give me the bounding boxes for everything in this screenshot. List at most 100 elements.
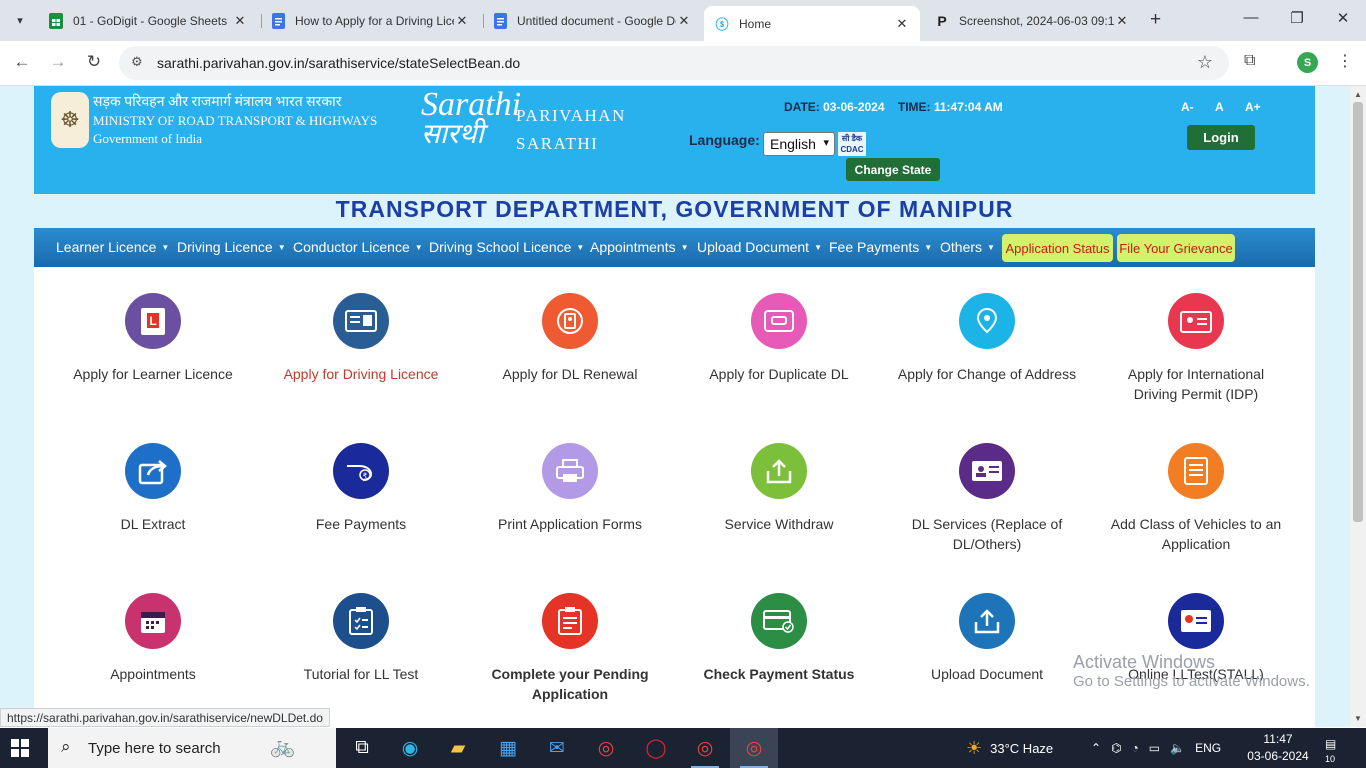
service-add-class[interactable]: Add Class of Vehicles to an Application: [1106, 443, 1286, 554]
wifi-icon[interactable]: ◔: [1132, 741, 1139, 755]
logo-english: Sarathi: [421, 86, 522, 123]
network-icon[interactable]: ⌬: [1111, 741, 1121, 755]
volume-icon[interactable]: 🔈: [1170, 741, 1185, 755]
scroll-down-arrow-icon[interactable]: ▼: [1354, 714, 1362, 723]
calendar-icon: [125, 593, 181, 649]
browser-tab-docs-2[interactable]: Untitled document - Google Docs ✕: [482, 6, 702, 35]
close-tab-icon[interactable]: ✕: [1114, 13, 1130, 29]
sarathi-logo[interactable]: Sarathi सारथी: [421, 86, 522, 150]
service-learner-licence[interactable]: L Apply for Learner Licence: [63, 293, 243, 384]
service-check-payment-status[interactable]: Check Payment Status: [689, 593, 869, 684]
nav-driving-licence[interactable]: Driving Licence ▼: [177, 239, 286, 255]
edge-icon[interactable]: ◉: [386, 728, 434, 768]
close-tab-icon[interactable]: ✕: [232, 13, 248, 29]
chrome-profile-icon[interactable]: ◎: [681, 728, 729, 768]
nav-label: Appointments: [590, 239, 676, 255]
chrome-active-icon[interactable]: ◎: [730, 728, 778, 768]
taskbar-clock[interactable]: 11:47 03-06-2024: [1239, 731, 1317, 765]
minimize-icon[interactable]: —: [1228, 9, 1274, 26]
caret-down-icon: ▼: [576, 243, 585, 252]
nav-fee-payments[interactable]: Fee Payments ▼: [829, 239, 932, 255]
application-status-button[interactable]: Application Status: [1002, 234, 1113, 262]
nav-label: Learner Licence: [56, 239, 157, 255]
service-label: Tutorial for LL Test: [303, 666, 419, 682]
browser-tab-screenshot[interactable]: P Screenshot, 2024-06-03 09:16 ✕: [924, 6, 1140, 35]
language-select[interactable]: English ▾: [763, 132, 835, 156]
docs-icon: [492, 12, 508, 29]
service-dl-services[interactable]: DL Services (Replace of DL/Others): [897, 443, 1077, 554]
nav-conductor-licence[interactable]: Conductor Licence ▼: [293, 239, 423, 255]
nav-label: Driving School Licence: [429, 239, 572, 255]
service-duplicate-dl[interactable]: Apply for Duplicate DL: [689, 293, 869, 384]
service-change-of-address[interactable]: Apply for Change of Address: [897, 293, 1077, 384]
service-print-forms[interactable]: Print Application Forms: [480, 443, 660, 534]
browser-menu-icon[interactable]: ⋮: [1337, 51, 1353, 71]
nav-appointments[interactable]: Appointments ▼: [590, 239, 689, 255]
new-tab-icon[interactable]: +: [1150, 9, 1161, 31]
profile-avatar[interactable]: S: [1297, 52, 1318, 73]
language-indicator[interactable]: ENG: [1195, 741, 1221, 755]
system-tray: ⌃ ⌬ ◔ ▭ 🔈 ENG: [1091, 728, 1221, 768]
service-pending-application[interactable]: Complete your Pending Application: [480, 593, 660, 704]
nav-driving-school-licence[interactable]: Driving School Licence ▼: [429, 239, 584, 255]
upload-tray-icon: [959, 593, 1015, 649]
task-view-icon[interactable]: ⧉: [338, 728, 386, 768]
browser-tab-home[interactable]: ⓢ Home ✕: [704, 6, 920, 41]
browser-tab-docs-1[interactable]: How to Apply for a Driving Licence ✕: [260, 6, 480, 35]
close-tab-icon[interactable]: ✕: [454, 13, 470, 29]
service-driving-licence[interactable]: Apply for Driving Licence: [271, 293, 451, 384]
scroll-up-arrow-icon[interactable]: ▲: [1354, 90, 1362, 99]
caret-down-icon: ▼: [161, 243, 170, 252]
font-normal-button[interactable]: A: [1215, 100, 1224, 114]
chrome-icon[interactable]: ◎: [582, 728, 630, 768]
weather-widget[interactable]: ☀ 33°C Haze: [966, 728, 1053, 768]
file-explorer-icon[interactable]: ▰: [434, 728, 482, 768]
change-state-button[interactable]: Change State: [846, 158, 940, 181]
service-idp[interactable]: Apply for International Driving Permit (…: [1106, 293, 1286, 404]
service-dl-extract[interactable]: DL Extract: [63, 443, 243, 534]
forward-arrow-icon[interactable]: →: [47, 52, 69, 72]
government-of-india: Government of India: [93, 131, 203, 146]
login-button[interactable]: Login: [1187, 125, 1255, 150]
page-scrollbar[interactable]: ▲ ▼: [1350, 86, 1366, 727]
service-dl-renewal[interactable]: Apply for DL Renewal: [480, 293, 660, 384]
reload-icon[interactable]: ↻: [83, 52, 105, 72]
browser-tab-sheets[interactable]: 01 - GoDigit - Google Sheets ✕: [38, 6, 258, 35]
store-icon[interactable]: ▦: [484, 728, 532, 768]
logo-hindi: सारथी: [421, 119, 484, 150]
back-arrow-icon[interactable]: ←: [11, 52, 33, 72]
main-nav: Learner Licence ▼ Driving Licence ▼ Conduc…: [34, 228, 1315, 267]
file-grievance-button[interactable]: File Your Grievance: [1117, 234, 1235, 262]
address-bar[interactable]: ⚙ sarathi.parivahan.gov.in/sarathiservic…: [119, 46, 1229, 80]
extensions-icon[interactable]: ⧉: [1244, 52, 1255, 70]
clock-time: 11:47: [1263, 732, 1293, 746]
battery-icon[interactable]: ▭: [1149, 741, 1160, 755]
nav-upload-document[interactable]: Upload Document ▼: [697, 239, 822, 255]
nav-learner-licence[interactable]: Learner Licence ▼: [56, 239, 169, 255]
site-info-icon[interactable]: ⚙: [131, 54, 143, 70]
mail-icon[interactable]: ✉: [533, 728, 581, 768]
service-withdraw[interactable]: Service Withdraw: [689, 443, 869, 534]
close-window-icon[interactable]: ✕: [1320, 9, 1366, 27]
font-increase-button[interactable]: A+: [1245, 100, 1261, 114]
tab-search-button[interactable]: ▾: [8, 8, 32, 32]
nav-label: Fee Payments: [829, 239, 920, 255]
service-upload-document[interactable]: Upload Document: [897, 593, 1077, 684]
service-tutorial-ll-test[interactable]: Tutorial for LL Test: [271, 593, 451, 684]
taskbar-search-box[interactable]: ⌕ Type here to search 🚲: [48, 728, 336, 768]
opera-icon[interactable]: ◯: [632, 728, 680, 768]
windows-start-icon[interactable]: [11, 739, 29, 757]
service-fee-payments[interactable]: ₹ Fee Payments: [271, 443, 451, 534]
url-text[interactable]: sarathi.parivahan.gov.in/sarathiservice/…: [157, 55, 520, 71]
bookmark-star-icon[interactable]: ☆: [1197, 52, 1213, 73]
close-tab-icon[interactable]: ✕: [676, 13, 692, 29]
tray-chevron-icon[interactable]: ⌃: [1091, 741, 1101, 755]
scrollbar-thumb[interactable]: [1353, 102, 1363, 522]
font-decrease-button[interactable]: A-: [1181, 100, 1194, 114]
service-appointments[interactable]: Appointments: [63, 593, 243, 684]
restore-icon[interactable]: ❐: [1274, 9, 1320, 27]
nav-others[interactable]: Others ▼: [940, 239, 995, 255]
language-label: Language:: [689, 132, 760, 148]
close-tab-icon[interactable]: ✕: [894, 16, 910, 32]
notification-center[interactable]: ▤ 10: [1325, 737, 1347, 764]
